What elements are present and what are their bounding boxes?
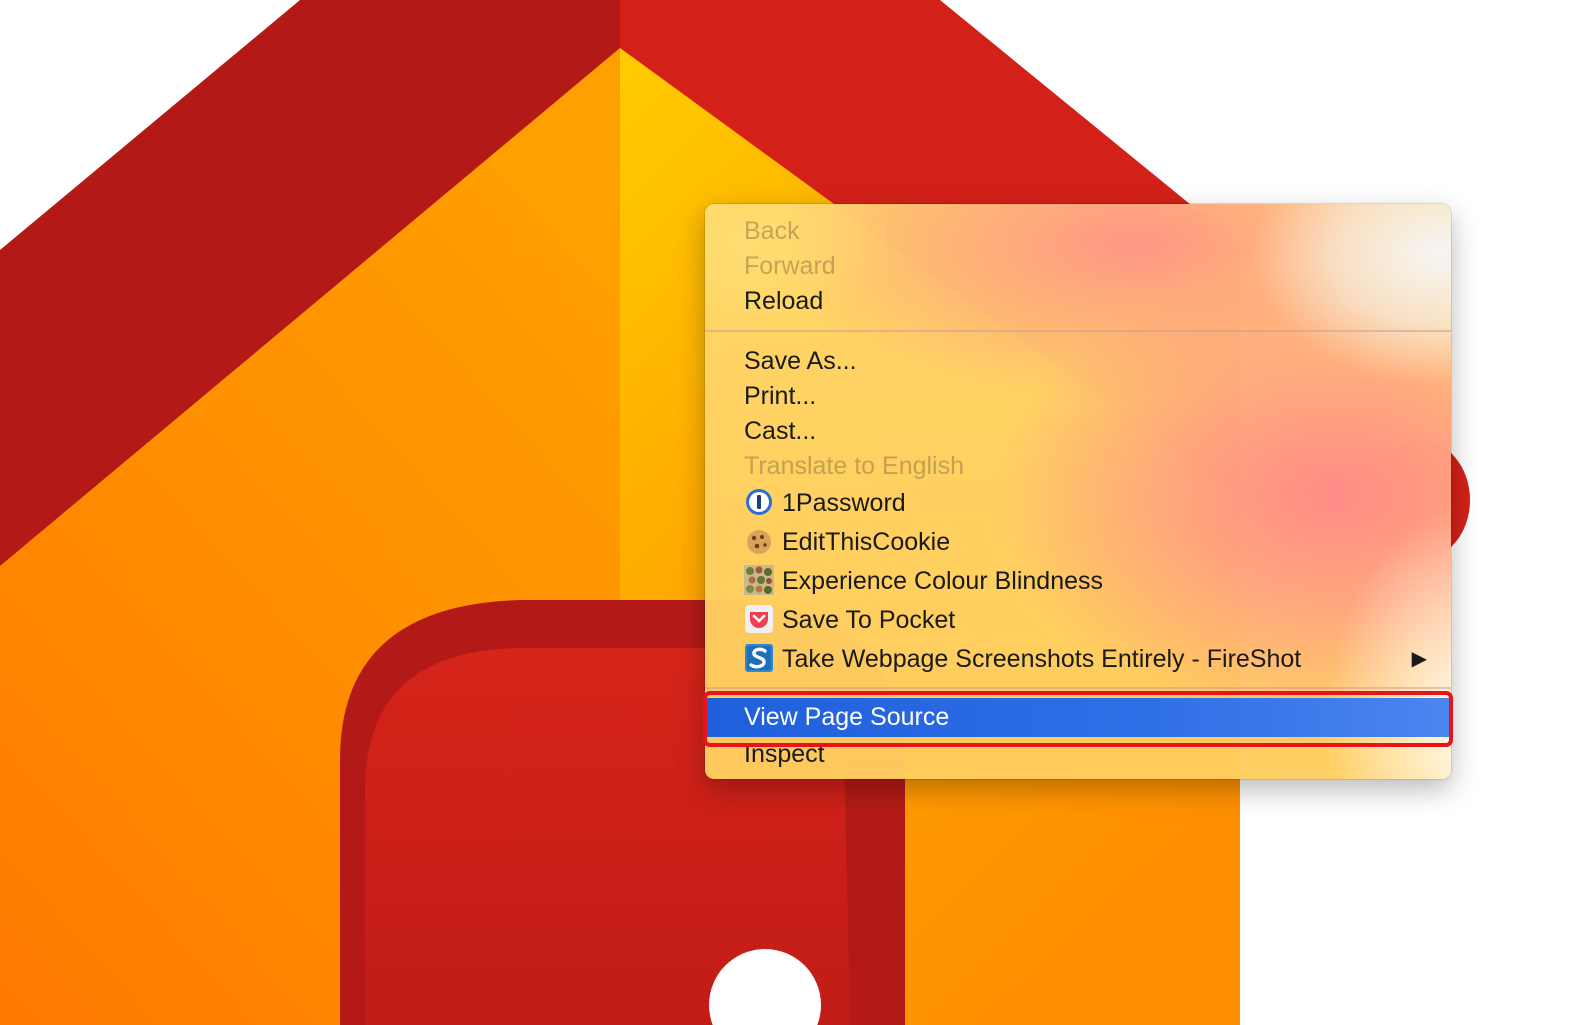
menu-item-label: 1Password (782, 489, 906, 517)
menu-item-label: Save As... (744, 347, 857, 375)
menu-item-label: Print... (744, 382, 817, 410)
menu-item-label: Cast... (744, 417, 817, 445)
cookie-icon (744, 526, 774, 556)
menu-item-view-page-source[interactable]: View Page Source (705, 698, 1451, 737)
menu-separator (705, 330, 1451, 332)
submenu-arrow-icon: ▶ (1411, 648, 1427, 670)
menu-item-editthiscookie[interactable]: EditThisCookie (705, 523, 1451, 562)
menu-separator (705, 687, 1451, 689)
menu-item-save-to-pocket[interactable]: Save To Pocket (705, 601, 1451, 640)
menu-item-cast[interactable]: Cast... (705, 414, 1451, 449)
menu-item-fireshot[interactable]: Take Webpage Screenshots Entirely - Fire… (705, 640, 1451, 679)
menu-item-translate[interactable]: Translate to English (705, 449, 1451, 484)
fireshot-icon (744, 643, 774, 673)
menu-item-back[interactable]: Back (705, 214, 1451, 249)
menu-item-label: Back (744, 217, 800, 245)
menu-item-colour-blindness[interactable]: Experience Colour Blindness (705, 562, 1451, 601)
pocket-icon (744, 604, 774, 634)
colour-blindness-icon (744, 565, 774, 596)
menu-item-reload[interactable]: Reload (705, 284, 1451, 319)
menu-item-label: EditThisCookie (782, 528, 951, 556)
menu-item-label: Forward (744, 252, 836, 280)
menu-item-label: View Page Source (744, 703, 950, 731)
menu-item-print[interactable]: Print... (705, 379, 1451, 414)
menu-item-label: Reload (744, 287, 824, 315)
1password-icon (744, 487, 774, 517)
menu-item-label: Take Webpage Screenshots Entirely - Fire… (782, 645, 1302, 673)
context-menu: Back Forward Reload Save As... Print... … (705, 204, 1451, 779)
menu-item-forward[interactable]: Forward (705, 249, 1451, 284)
menu-item-inspect[interactable]: Inspect (705, 737, 1451, 772)
menu-item-1password[interactable]: 1Password (705, 484, 1451, 523)
menu-item-label: Experience Colour Blindness (782, 567, 1104, 595)
menu-item-save-as[interactable]: Save As... (705, 344, 1451, 379)
menu-item-label: Inspect (744, 740, 825, 768)
menu-item-label: Save To Pocket (782, 606, 956, 634)
menu-item-label: Translate to English (744, 452, 965, 480)
